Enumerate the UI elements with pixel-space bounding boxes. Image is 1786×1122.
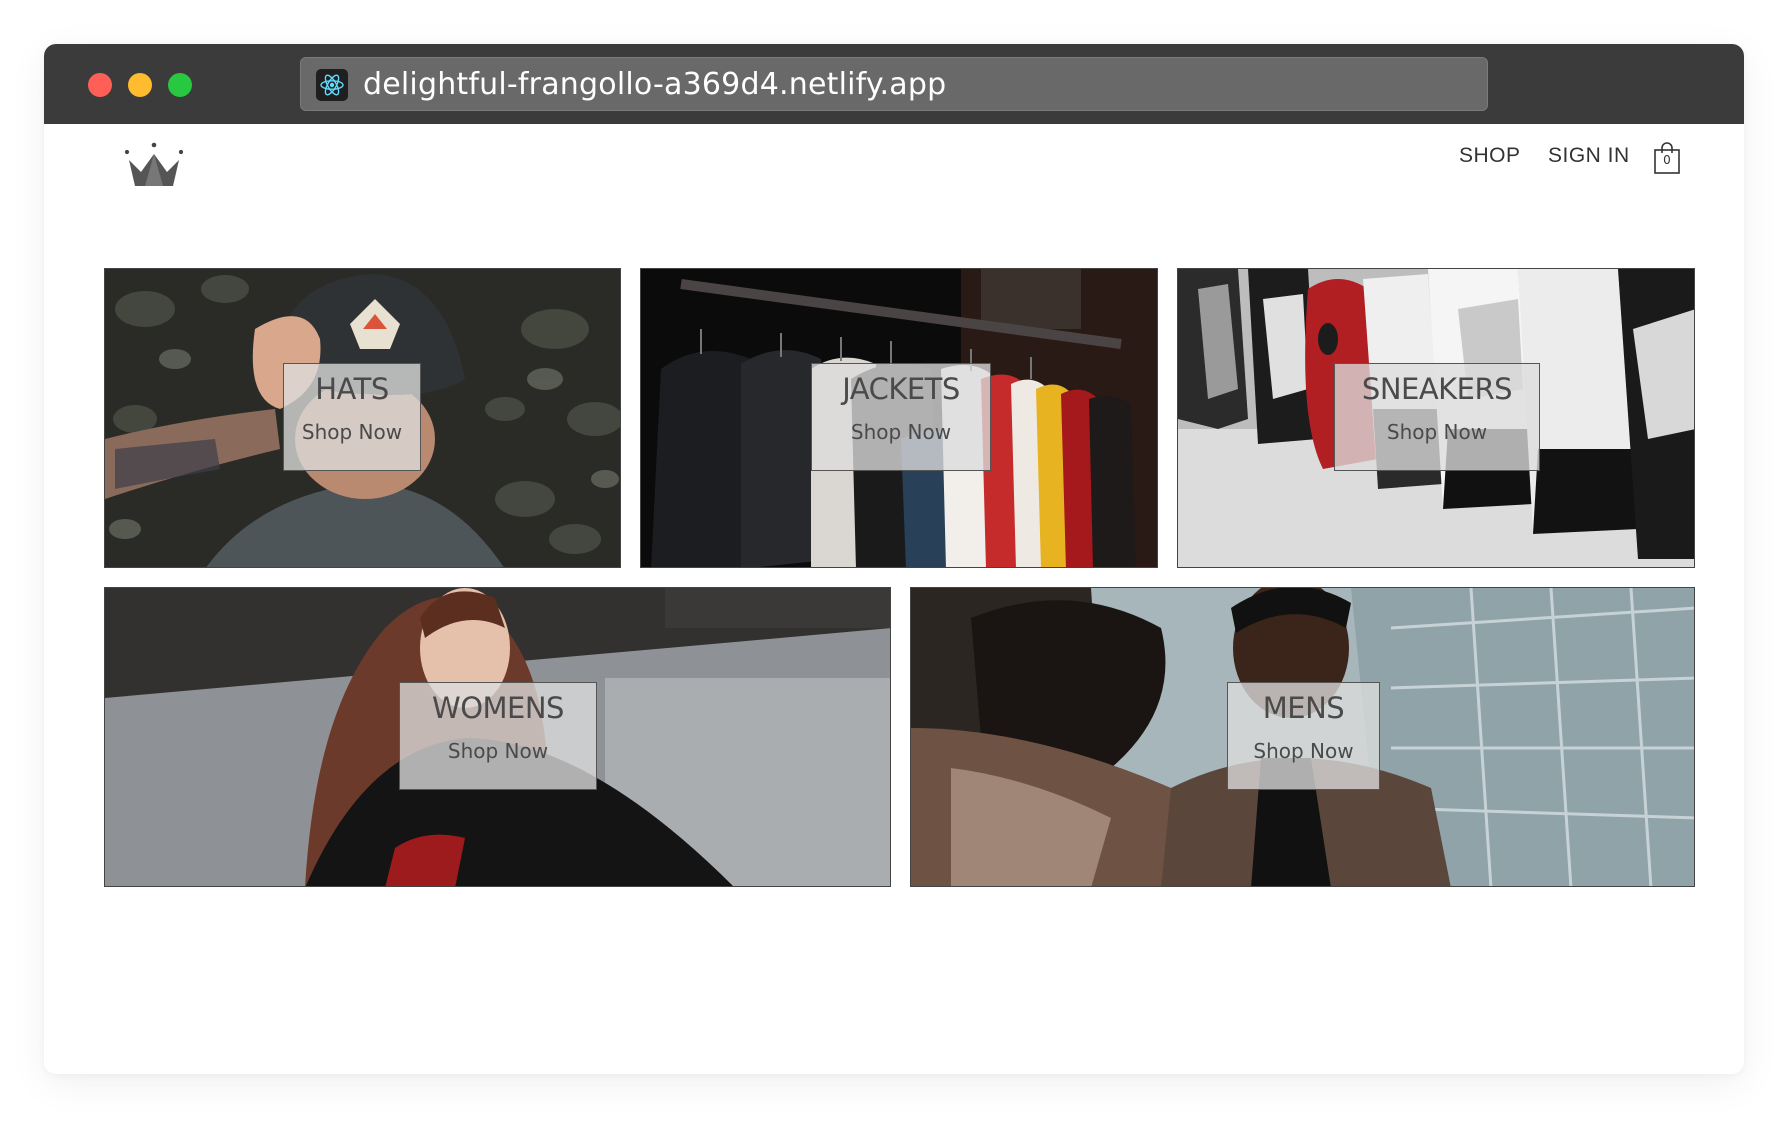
category-tile-womens[interactable]: WOMENS Shop Now <box>104 587 891 887</box>
shop-now-link[interactable]: Shop Now <box>284 420 420 444</box>
react-icon <box>316 69 348 101</box>
menu-item-sneakers[interactable]: SNEAKERS Shop Now <box>1334 363 1540 471</box>
menu-item-womens[interactable]: WOMENS Shop Now <box>399 682 597 790</box>
url-text: delightful-frangollo-a369d4.netlify.app <box>363 67 947 102</box>
category-tile-mens[interactable]: MENS Shop Now <box>910 587 1695 887</box>
category-tile-jackets[interactable]: JACKETS Shop Now <box>640 268 1158 568</box>
category-title: WOMENS <box>432 691 564 725</box>
crown-icon[interactable] <box>123 140 185 193</box>
category-title: HATS <box>315 372 389 406</box>
shop-now-link[interactable]: Shop Now <box>1335 420 1539 444</box>
shop-now-link[interactable]: Shop Now <box>1228 739 1379 763</box>
shop-now-link[interactable]: Shop Now <box>812 420 990 444</box>
menu-item-jackets[interactable]: JACKETS Shop Now <box>811 363 991 471</box>
cart-count: 0 <box>1663 153 1671 167</box>
maximize-window-button[interactable] <box>168 73 192 97</box>
browser-titlebar: delightful-frangollo-a369d4.netlify.app <box>44 44 1744 124</box>
close-window-button[interactable] <box>88 73 112 97</box>
cart-button[interactable]: 0 <box>1652 141 1682 175</box>
category-title: MENS <box>1262 691 1345 725</box>
menu-item-mens[interactable]: MENS Shop Now <box>1227 682 1380 790</box>
address-bar[interactable]: delightful-frangollo-a369d4.netlify.app <box>300 57 1488 111</box>
category-title: JACKETS <box>842 372 960 406</box>
menu-item-hats[interactable]: HATS Shop Now <box>283 363 421 471</box>
nav-shop-link[interactable]: SHOP <box>1459 144 1521 168</box>
category-tile-sneakers[interactable]: SNEAKERS Shop Now <box>1177 268 1695 568</box>
minimize-window-button[interactable] <box>128 73 152 97</box>
nav-sign-in-link[interactable]: SIGN IN <box>1548 144 1630 168</box>
shop-now-link[interactable]: Shop Now <box>400 739 596 763</box>
category-title: SNEAKERS <box>1361 372 1513 406</box>
browser-window: delightful-frangollo-a369d4.netlify.app … <box>44 44 1744 1074</box>
category-tile-hats[interactable]: HATS Shop Now <box>104 268 621 568</box>
